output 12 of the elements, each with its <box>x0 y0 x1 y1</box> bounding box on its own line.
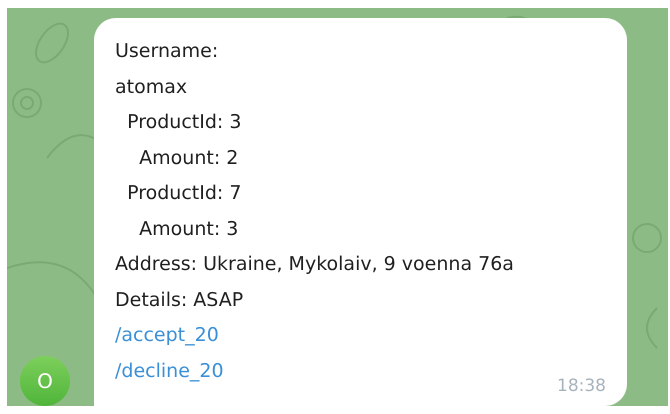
message-text: atomax <box>115 76 188 98</box>
avatar[interactable]: O <box>20 356 70 406</box>
message-time: 18:38 <box>557 376 606 396</box>
message-text: ProductId: 3 <box>126 111 242 133</box>
command-link[interactable]: /accept_20 <box>115 324 219 346</box>
message-text: Amount: 3 <box>138 218 238 240</box>
message-text: Amount: 2 <box>138 146 238 168</box>
message-text: Details: ASAP <box>115 288 244 310</box>
message-text: Address: Ukraine, Mykolaiv, 9 voenna 76a <box>115 253 514 275</box>
message-text: ProductId: 7 <box>126 182 242 204</box>
message-text: Username: <box>115 40 218 62</box>
command-link[interactable]: /decline_20 <box>115 360 224 382</box>
